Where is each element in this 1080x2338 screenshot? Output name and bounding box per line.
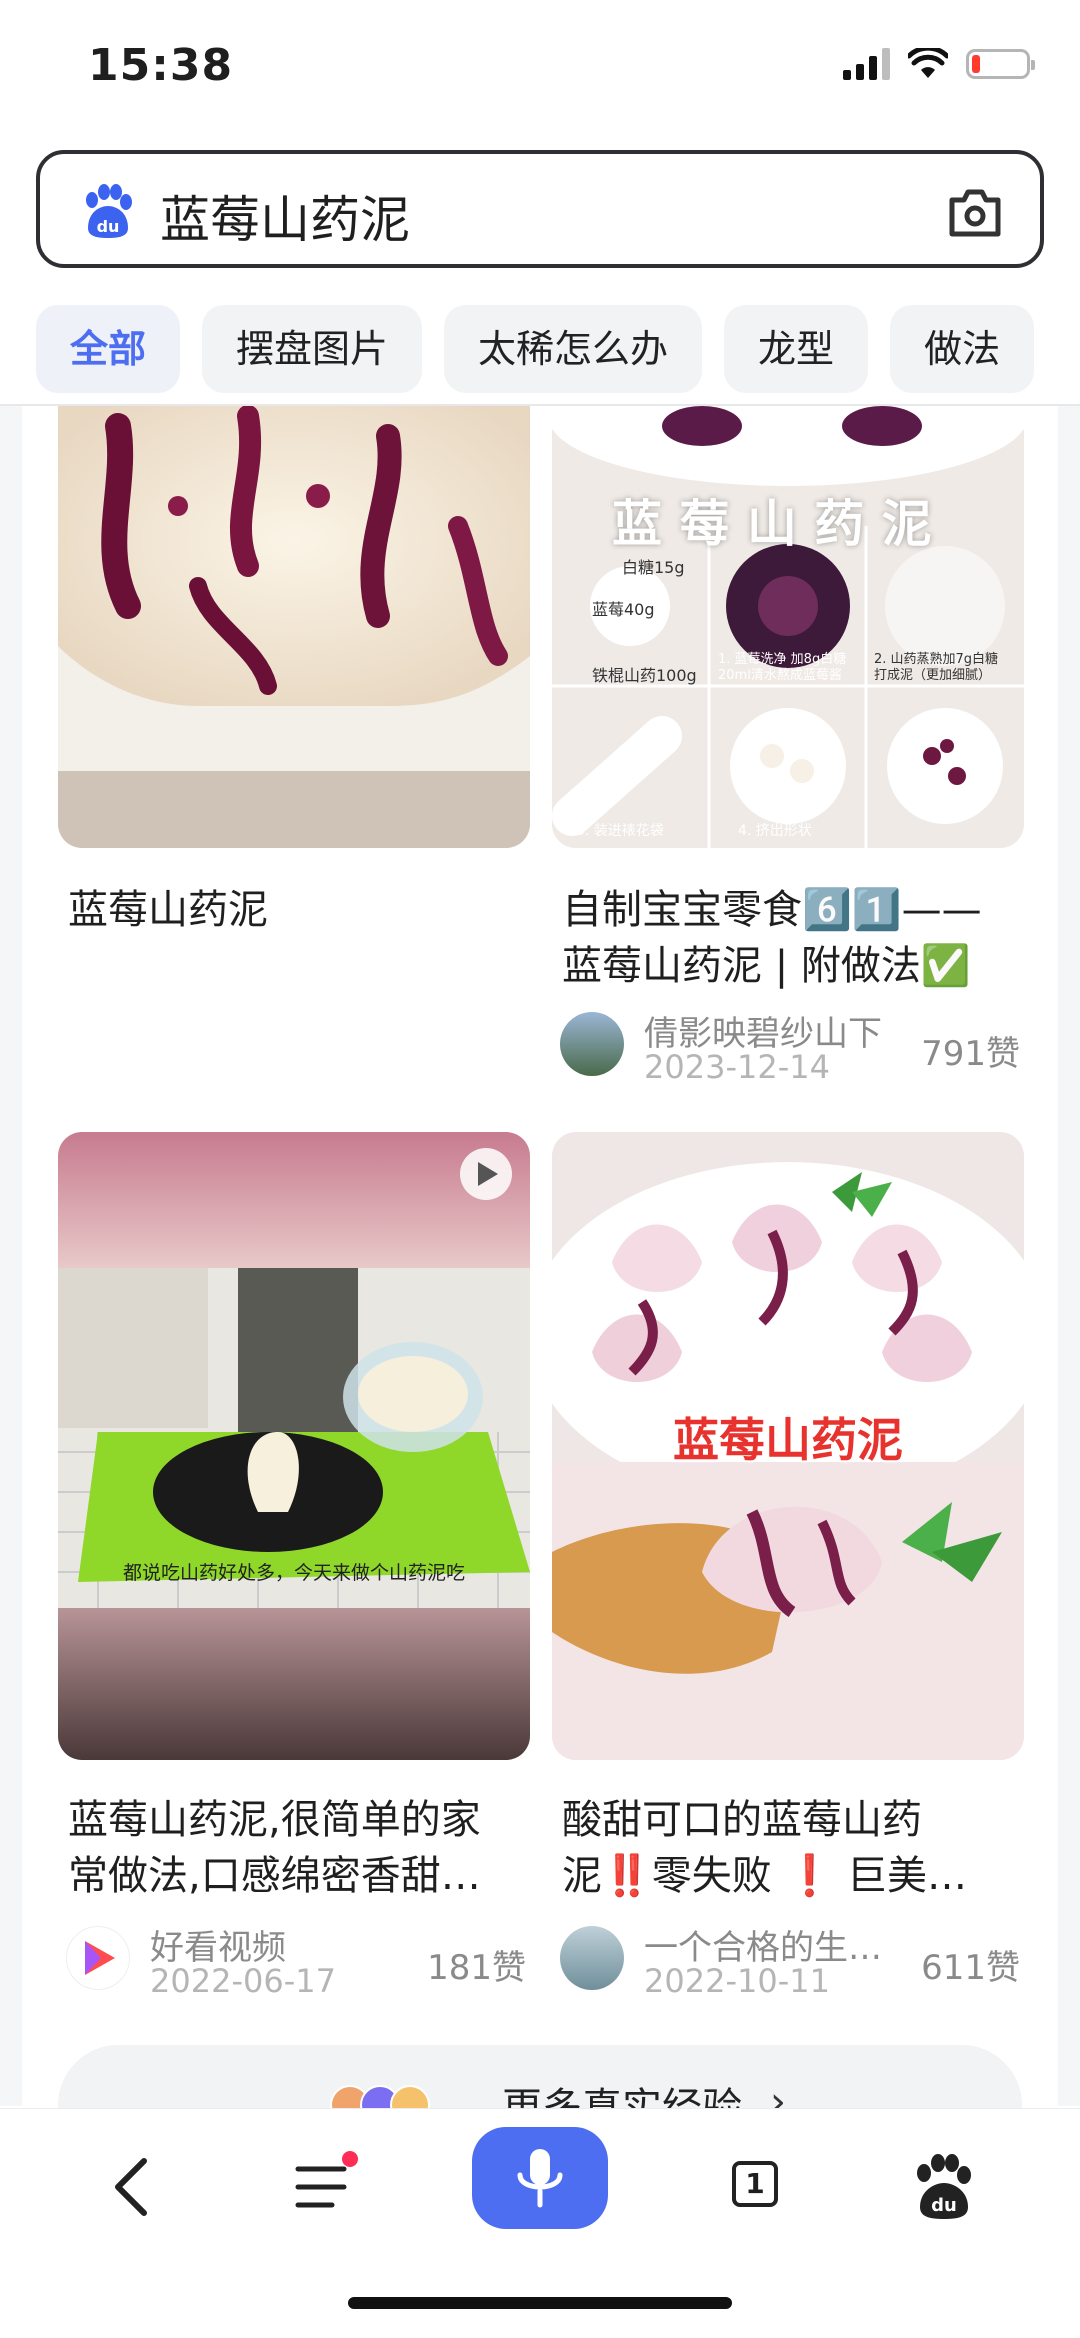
wifi-icon <box>908 48 948 78</box>
post-date: 2022-06-17 <box>150 1962 336 2000</box>
card-title[interactable]: 自制宝宝零食6️⃣1️⃣—— 蓝莓山药泥 | 附做法✅ <box>562 882 982 994</box>
baidu-paw-icon[interactable]: du <box>904 2147 984 2227</box>
card-title-line1: 自制宝宝零食6️⃣1️⃣—— <box>562 887 982 933</box>
result-card[interactable]: 都说吃山药好处多，今天来做个山药泥吃 蓝莓山药泥,很简单的家 常做法,口感绵密香… <box>58 1132 530 2062</box>
ingredient-1: 白糖15g <box>622 558 685 577</box>
step-4: 4. 挤出形状 <box>738 823 812 839</box>
post-date: 2022-10-11 <box>644 1962 830 2000</box>
voice-search-button[interactable] <box>472 2127 608 2229</box>
tab-dragon-shape[interactable]: 龙型 <box>724 305 869 393</box>
notification-dot <box>342 2151 358 2167</box>
card-title[interactable]: 蓝莓山药泥,很简单的家 常做法,口感绵密香甜… <box>68 1792 481 1904</box>
menu-button[interactable] <box>286 2147 366 2227</box>
card-title-line1: 蓝莓山药泥,很简单的家 <box>68 1797 481 1843</box>
tabs-count: 1 <box>732 2161 778 2207</box>
battery-icon <box>966 49 1035 79</box>
home-indicator[interactable] <box>348 2297 732 2309</box>
image-caption: 蓝 莓 山 药 泥 <box>612 495 932 553</box>
tab-too-thin[interactable]: 太稀怎么办 <box>444 305 703 393</box>
tabs-button[interactable]: 1 <box>718 2147 798 2227</box>
video-thumbnail[interactable]: 都说吃山药好处多，今天来做个山药泥吃 <box>58 1132 530 1760</box>
tab-all[interactable]: 全部 <box>36 305 181 393</box>
card-title-line2: 蓝莓山药泥 | 附做法✅ <box>562 943 971 989</box>
post-date: 2023-12-14 <box>644 1048 830 1086</box>
result-card[interactable]: 蓝莓山药泥 <box>58 406 530 933</box>
search-box[interactable]: du 蓝莓山药泥 <box>36 150 1044 268</box>
step-3: 3. 装进裱花袋 <box>576 823 664 839</box>
status-bar: 15:38 <box>0 0 1080 130</box>
avatar[interactable] <box>560 1926 624 1990</box>
card-title-line1: 酸甜可口的蓝莓山药 <box>562 1797 922 1843</box>
tab-plating-images[interactable]: 摆盘图片 <box>202 305 423 393</box>
card-title-line2: 常做法,口感绵密香甜… <box>68 1853 481 1899</box>
haokan-video-avatar[interactable] <box>66 1926 130 1990</box>
video-subtitle: 都说吃山药好处多，今天来做个山药泥吃 <box>122 1562 465 1584</box>
step-1: 1. 蓝莓洗净 加8g白糖 20ml清水熬成蓝莓酱 <box>718 652 847 683</box>
search-input[interactable]: 蓝莓山药泥 <box>160 180 410 252</box>
like-count: 181赞 <box>427 1948 526 1988</box>
camera-icon[interactable] <box>946 184 1004 240</box>
card-meta: 一个合格的生… 2022-10-11 611赞 <box>560 1920 1020 2000</box>
microphone-icon <box>517 2149 563 2208</box>
step-2: 2. 山药蒸熟加7g白糖 打成泥（更加细腻） <box>874 652 999 683</box>
status-time: 15:38 <box>88 40 234 91</box>
back-chevron-icon[interactable] <box>96 2147 176 2227</box>
like-count: 611赞 <box>921 1948 1020 1988</box>
results-feed[interactable]: 蓝莓山药泥 蓝 莓 山 药 泥 白糖15g 蓝莓40g 铁棍山药100g 1. … <box>0 406 1080 2106</box>
filter-tabs: 全部 摆盘图片 太稀怎么办 龙型 做法 <box>36 305 1035 393</box>
result-card[interactable]: 蓝 莓 山 药 泥 白糖15g 蓝莓40g 铁棍山药100g 1. 蓝莓洗净 加… <box>552 406 1024 1126</box>
card-title[interactable]: 蓝莓山药泥 <box>68 882 268 938</box>
like-count: 791赞 <box>921 1034 1020 1074</box>
card-image <box>58 406 530 848</box>
avatar[interactable] <box>560 1012 624 1076</box>
svg-text:du: du <box>931 2195 957 2216</box>
svg-text:du: du <box>97 217 120 236</box>
baidu-paw-icon: du <box>86 184 132 238</box>
card-meta: 倩影映碧纱山下 2023-12-14 791赞 <box>560 1006 1020 1086</box>
card-meta: 好看视频 2022-06-17 181赞 <box>66 1920 526 2000</box>
card-title[interactable]: 酸甜可口的蓝莓山药 泥‼️零失败 ❗ 巨美… <box>562 1792 967 1904</box>
card-image: 蓝莓山药泥 <box>552 1132 1024 1760</box>
result-card[interactable]: 蓝莓山药泥 酸甜可口的蓝莓山药 泥‼️零失败 ❗ 巨美… 一个合格的生… 202… <box>552 1132 1024 2062</box>
ingredient-2: 蓝莓40g <box>592 600 655 619</box>
card-title-line2: 泥‼️零失败 ❗ 巨美… <box>562 1853 968 1899</box>
tab-method[interactable]: 做法 <box>890 305 1035 393</box>
image-caption: 蓝莓山药泥 <box>673 1413 903 1467</box>
feed-grid: 蓝莓山药泥 蓝 莓 山 药 泥 白糖15g 蓝莓40g 铁棍山药100g 1. … <box>22 406 1058 2106</box>
card-image: 蓝 莓 山 药 泥 白糖15g 蓝莓40g 铁棍山药100g 1. 蓝莓洗净 加… <box>552 406 1024 848</box>
status-icons <box>843 48 1035 80</box>
ingredient-3: 铁棍山药100g <box>592 666 697 685</box>
signal-icon <box>843 48 890 80</box>
